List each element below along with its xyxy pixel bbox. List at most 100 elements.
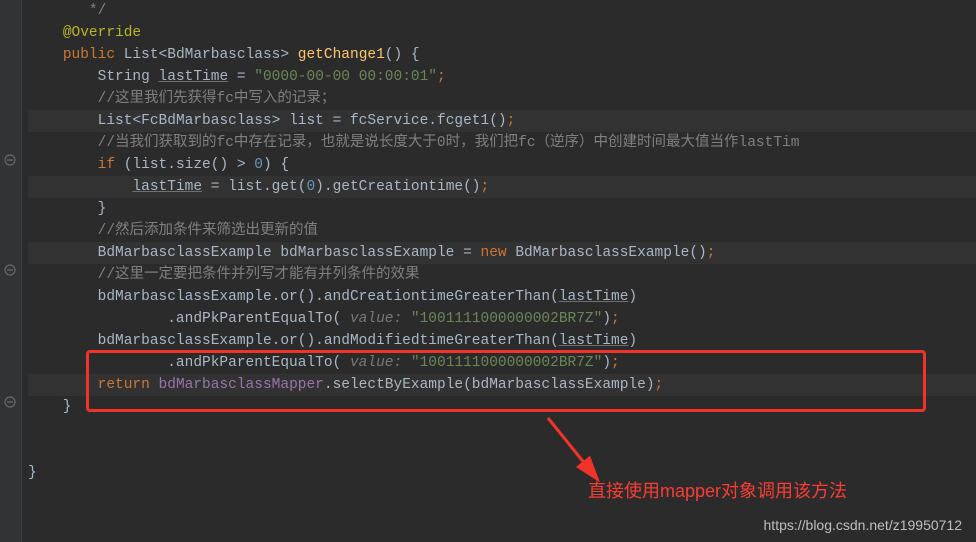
code-line[interactable]: @Override (28, 22, 976, 44)
code-token: } (28, 465, 37, 481)
code-line[interactable]: public List<BdMarbasclass> getChange1() … (28, 44, 976, 66)
code-token: < (159, 47, 168, 63)
code-token: bdMarbasclassExample.or().andModifiedtim… (28, 333, 559, 349)
code-token (28, 223, 98, 239)
code-line[interactable]: BdMarbasclassExample bdMarbasclassExampl… (28, 242, 976, 264)
code-token (28, 3, 89, 19)
code-token: BdMarbasclass (167, 47, 280, 63)
code-token: FcBdMarbasclass (141, 113, 272, 129)
code-line[interactable]: } (28, 396, 976, 418)
code-token: "0000-00-00 00:00:01" (254, 69, 437, 85)
gutter-fold-icon[interactable] (4, 396, 16, 408)
code-token: lastTime (132, 179, 202, 195)
code-token: ) (628, 289, 637, 305)
code-line[interactable]: bdMarbasclassExample.or().andCreationtim… (28, 286, 976, 308)
code-token: < (132, 113, 141, 129)
code-token: new (481, 245, 516, 261)
gutter-fold-icon[interactable] (4, 264, 16, 276)
code-token: */ (89, 3, 106, 19)
code-token: List (124, 47, 159, 63)
code-line[interactable]: if (list.size() > 0) { (28, 154, 976, 176)
code-line[interactable]: .andPkParentEqualTo( value: "10011110000… (28, 308, 976, 330)
code-line[interactable]: //当我们获取到的fc中存在记录，也就是说长度大于0时，我们把fc（逆序）中创建… (28, 132, 976, 154)
code-token (28, 135, 98, 151)
code-token: //然后添加条件来筛选出更新的值 (98, 223, 318, 239)
code-line[interactable] (28, 440, 976, 462)
code-token (28, 91, 98, 107)
code-token: return (98, 377, 159, 393)
code-token: //这里我们先获得fc中写入的记录； (98, 91, 336, 107)
code-token: .selectByExample(bdMarbasclassExample) (324, 377, 655, 393)
code-token: = list.get( (202, 179, 306, 195)
code-token: } (28, 201, 106, 217)
code-line[interactable]: //这里我们先获得fc中写入的记录； (28, 88, 976, 110)
code-token: > list = fcService.fcget1() (272, 113, 507, 129)
code-token (28, 157, 98, 173)
code-token: lastTime (159, 69, 229, 85)
code-token: value: (341, 355, 411, 371)
code-token: ) (602, 355, 611, 371)
code-token: () { (385, 47, 420, 63)
code-line[interactable]: //然后添加条件来筛选出更新的值 (28, 220, 976, 242)
code-token: ; (481, 179, 490, 195)
code-line[interactable]: } (28, 198, 976, 220)
code-token (28, 25, 63, 41)
code-token: = (228, 69, 254, 85)
code-token: ; (611, 311, 620, 327)
code-line[interactable]: return bdMarbasclassMapper.selectByExamp… (28, 374, 976, 396)
code-token (28, 421, 37, 437)
code-token: if (98, 157, 124, 173)
code-token: ; (611, 355, 620, 371)
code-token: List (98, 113, 133, 129)
code-token: ) { (263, 157, 289, 173)
code-token: //这里一定要把条件并列写才能有并列条件的效果 (98, 267, 420, 283)
code-token: .andPkParentEqualTo( (28, 311, 341, 327)
code-line[interactable] (28, 418, 976, 440)
code-line[interactable]: bdMarbasclassExample.or().andModifiedtim… (28, 330, 976, 352)
code-token: BdMarbasclassExample bdMarbasclassExampl… (98, 245, 481, 261)
code-token: getChange1 (298, 47, 385, 63)
code-token: //当我们获取到的fc中存在记录，也就是说长度大于0时，我们把fc（逆序）中创建… (98, 135, 800, 151)
code-token: String (98, 69, 159, 85)
code-token (28, 69, 98, 85)
code-token: lastTime (559, 333, 629, 349)
annotation-caption: 直接使用mapper对象调用该方法 (588, 480, 847, 502)
code-token (28, 47, 63, 63)
code-token (28, 113, 98, 129)
code-token: @Override (63, 25, 141, 41)
code-token: 0 (306, 179, 315, 195)
code-token (28, 377, 98, 393)
code-line[interactable]: .andPkParentEqualTo( value: "10011110000… (28, 352, 976, 374)
code-token: 0 (254, 157, 263, 173)
code-line[interactable]: List<FcBdMarbasclass> list = fcService.f… (28, 110, 976, 132)
code-token: "1001111000000002BR7Z" (411, 311, 602, 327)
gutter-fold-icon[interactable] (4, 154, 16, 166)
editor-gutter (0, 0, 22, 542)
code-token: "1001111000000002BR7Z" (411, 355, 602, 371)
code-token: bdMarbasclassMapper (159, 377, 324, 393)
code-token: value: (341, 311, 411, 327)
code-token: .andPkParentEqualTo( (28, 355, 341, 371)
code-line[interactable]: */ (28, 0, 976, 22)
code-token: } (28, 399, 72, 415)
code-token: bdMarbasclassExample.or().andCreationtim… (28, 289, 559, 305)
code-token (28, 179, 132, 195)
code-token (28, 443, 37, 459)
code-token: ; (507, 113, 516, 129)
code-token: ) (628, 333, 637, 349)
code-token: ) (602, 311, 611, 327)
code-area: */ @Override public List<BdMarbasclass> … (28, 0, 976, 484)
code-token: ; (655, 377, 664, 393)
code-token: BdMarbasclassExample() (515, 245, 706, 261)
code-token: public (63, 47, 124, 63)
code-line[interactable]: //这里一定要把条件并列写才能有并列条件的效果 (28, 264, 976, 286)
code-token: ; (437, 69, 446, 85)
code-line[interactable]: String lastTime = "0000-00-00 00:00:01"; (28, 66, 976, 88)
code-token: ).getCreationtime() (315, 179, 480, 195)
code-token (28, 267, 98, 283)
code-line[interactable]: lastTime = list.get(0).getCreationtime()… (28, 176, 976, 198)
code-token: (list.size() > (124, 157, 255, 173)
csdn-watermark: https://blog.csdn.net/z19950712 (764, 514, 962, 536)
code-token: > (280, 47, 297, 63)
code-token: ; (707, 245, 716, 261)
